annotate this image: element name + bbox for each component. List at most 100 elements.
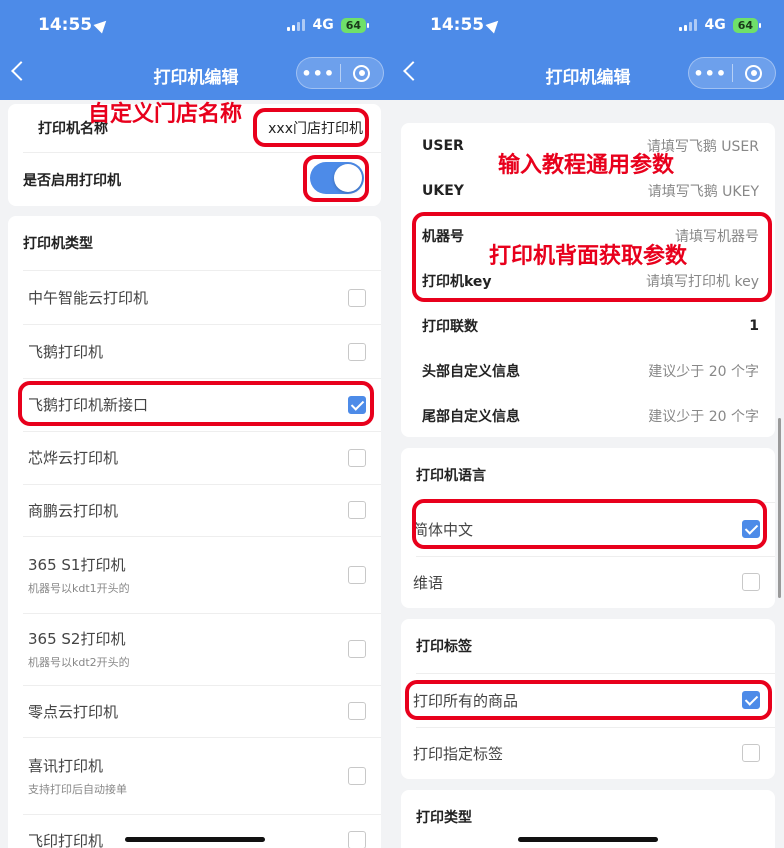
param-field-input[interactable]: 建议少于 20 个字 xyxy=(648,406,759,426)
option-text-group: 飞鹅打印机新接口 xyxy=(28,394,148,415)
printer-type-option[interactable]: 中午智能云打印机 xyxy=(8,271,381,324)
language-checkbox[interactable] xyxy=(742,573,760,591)
print-type-header: 打印类型 xyxy=(401,790,775,844)
print-label-option[interactable]: 打印指定标签 xyxy=(401,727,775,780)
home-indicator xyxy=(518,837,658,842)
printer-language-card: 打印机语言 简体中文维语 xyxy=(401,448,775,608)
language-checkbox[interactable] xyxy=(742,520,760,538)
label-header: 打印标签 xyxy=(401,619,775,673)
param-field-input[interactable]: 请填写飞鹅 UKEY xyxy=(648,181,759,201)
printer-type-option[interactable]: 商鹏云打印机 xyxy=(8,484,381,536)
close-program-button[interactable] xyxy=(733,64,776,82)
printer-type-label: 零点云打印机 xyxy=(28,702,119,721)
header-bar: 14:55 4G 64 打印机编辑 ••• xyxy=(0,0,392,100)
print-label-title: 打印标签 xyxy=(416,639,472,655)
more-button[interactable]: ••• xyxy=(297,64,340,83)
option-text-group: 飞印打印机 xyxy=(28,830,103,848)
network-label: 4G xyxy=(312,17,334,33)
printer-type-label: 喜讯打印机 xyxy=(28,756,104,775)
printer-type-checkbox[interactable] xyxy=(348,342,366,361)
param-field-input[interactable]: 1 xyxy=(749,318,759,334)
printer-type-option[interactable]: 365 S2打印机 机器号以kdt2开头的 xyxy=(8,613,381,685)
home-indicator xyxy=(125,837,265,842)
language-option[interactable]: 维语 xyxy=(401,556,775,609)
printer-type-checkbox[interactable] xyxy=(348,395,366,414)
header-bar: 14:55 4G 64 打印机编辑 ••• xyxy=(392,0,784,100)
printer-type-card: 打印机类型 中午智能云打印机 飞鹅打印机飞鹅打印机新接口 芯烨云打印机 商鹏云打印机 3… xyxy=(8,216,381,848)
scrollbar[interactable] xyxy=(778,418,781,598)
phone-screen-left: 14:55 4G 64 打印机编辑 ••• 打印机名称 xxx门店打印机 是否启… xyxy=(0,0,392,848)
phone-screen-right: 14:55 4G 64 打印机编辑 ••• USER 请填写飞鹅 USER UKEY… xyxy=(392,0,784,848)
language-option[interactable]: 简体中文 xyxy=(401,503,775,556)
target-icon xyxy=(353,64,371,82)
printer-type-checkbox[interactable] xyxy=(348,565,366,584)
printer-type-title: 打印机类型 xyxy=(23,236,93,252)
enable-printer-label: 是否启用打印机 xyxy=(23,172,121,189)
status-time-text: 14:55 xyxy=(430,15,485,35)
printer-type-checkbox[interactable] xyxy=(348,640,366,658)
printer-type-checkbox[interactable] xyxy=(348,501,366,519)
printer-type-option[interactable]: 飞印打印机 xyxy=(8,814,381,848)
language-header: 打印机语言 xyxy=(401,448,775,502)
status-time: 14:55 xyxy=(38,15,111,35)
printer-type-checkbox[interactable] xyxy=(348,831,366,848)
signal-icon xyxy=(679,19,698,31)
option-text-group: 商鹏云打印机 xyxy=(28,500,118,521)
status-indicators: 4G 64 xyxy=(287,17,370,33)
print-label-checkbox[interactable] xyxy=(742,691,760,709)
printer-type-option[interactable]: 飞鹅打印机新接口 xyxy=(8,378,381,431)
param-field-label: 打印联数 xyxy=(422,318,478,335)
printer-type-option[interactable]: 飞鹅打印机 xyxy=(8,325,381,378)
print-type-title: 打印类型 xyxy=(416,810,472,826)
language-label: 简体中文 xyxy=(413,521,474,539)
printer-type-label: 飞鹅打印机 xyxy=(28,343,104,361)
param-field-input[interactable]: 请填写打印机 key xyxy=(646,271,759,291)
param-field-row[interactable]: 尾部自定义信息 建议少于 20 个字 xyxy=(401,393,775,438)
printer-type-option[interactable]: 365 S1打印机机器号以kdt1开头的 xyxy=(8,536,381,613)
status-time: 14:55 xyxy=(430,15,503,35)
printer-type-label: 365 S1打印机 xyxy=(28,555,126,574)
printer-type-option[interactable]: 喜讯打印机 支持打印后自动接单 xyxy=(8,737,381,814)
option-text-group: 喜讯打印机 支持打印后自动接单 xyxy=(28,755,127,797)
location-arrow-icon xyxy=(93,16,111,34)
status-time-text: 14:55 xyxy=(38,15,93,35)
param-field-input[interactable]: 建议少于 20 个字 xyxy=(648,361,759,381)
printer-type-label: 芯烨云打印机 xyxy=(28,449,119,467)
battery-icon: 64 xyxy=(340,17,370,33)
language-title: 打印机语言 xyxy=(416,468,486,484)
mini-program-capsule: ••• xyxy=(296,57,384,89)
printer-type-label: 中午智能云打印机 xyxy=(28,289,149,307)
printer-type-label: 飞鹅打印机新接口 xyxy=(28,396,149,414)
printer-type-checkbox[interactable] xyxy=(348,288,366,307)
printer-type-checkbox[interactable] xyxy=(348,702,366,720)
option-text-group: 中午智能云打印机 xyxy=(28,287,148,308)
printer-type-option[interactable]: 零点云打印机 xyxy=(8,685,381,737)
language-label: 维语 xyxy=(413,574,444,592)
annotation-printer-back-params: 打印机背面获取参数 xyxy=(489,244,688,269)
param-field-label: 打印机key xyxy=(422,273,492,290)
param-field-label: 机器号 xyxy=(422,228,464,245)
printer-type-label: 365 S2打印机 xyxy=(28,630,126,648)
printer-type-option[interactable]: 芯烨云打印机 xyxy=(8,431,381,484)
print-label-label: 打印指定标签 xyxy=(413,745,504,763)
printer-type-checkbox[interactable] xyxy=(348,448,366,467)
target-icon xyxy=(745,64,763,82)
print-label-checkbox[interactable] xyxy=(742,744,760,762)
location-arrow-icon xyxy=(485,16,503,34)
printer-type-hint: 机器号以kdt1开头的 xyxy=(28,581,130,595)
param-field-row[interactable]: 打印联数 1 xyxy=(401,303,775,348)
print-label-option[interactable]: 打印所有的商品 xyxy=(401,674,775,727)
param-field-row[interactable]: 头部自定义信息 建议少于 20 个字 xyxy=(401,348,775,393)
more-button[interactable]: ••• xyxy=(689,64,732,83)
param-field-input[interactable]: 请填写机器号 xyxy=(675,226,759,246)
enable-printer-toggle[interactable] xyxy=(310,162,364,194)
printer-name-input[interactable]: xxx门店打印机 xyxy=(268,118,363,138)
printer-type-checkbox[interactable] xyxy=(348,766,366,785)
printer-type-label: 飞印打印机 xyxy=(28,831,104,848)
param-field-label: UKEY xyxy=(422,182,464,199)
close-program-button[interactable] xyxy=(341,64,384,82)
mini-program-capsule: ••• xyxy=(688,57,776,89)
printer-type-header: 打印机类型 xyxy=(8,216,381,270)
option-text-group: 365 S1打印机机器号以kdt1开头的 xyxy=(28,554,130,596)
option-text-group: 飞鹅打印机 xyxy=(28,341,103,362)
